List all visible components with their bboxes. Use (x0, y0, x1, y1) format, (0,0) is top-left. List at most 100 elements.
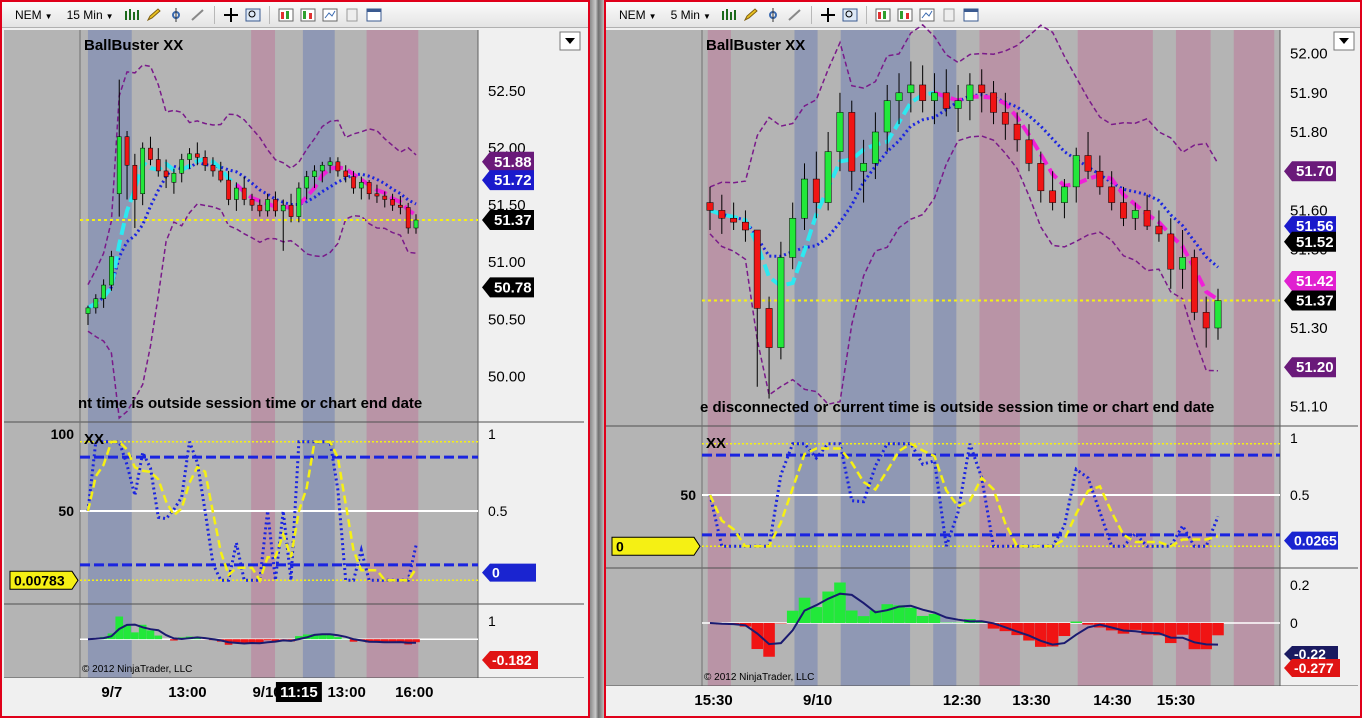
price-marker: 51.42 (1284, 270, 1336, 291)
histogram-bar-positive (146, 630, 155, 640)
oscillator-right-label: 0 (492, 565, 500, 581)
histogram-value-label: -0.182 (492, 652, 532, 668)
down-candle (366, 182, 372, 195)
price-marker: 51.37 (1284, 290, 1336, 311)
histogram-bar-positive (810, 607, 823, 623)
down-candle (202, 156, 208, 166)
up-candle (895, 92, 903, 101)
chart-area[interactable]: 52.0051.9051.8051.7051.6051.5051.4051.30… (604, 0, 1362, 718)
down-candle (1143, 210, 1151, 227)
down-candle (978, 84, 986, 94)
up-candle (1072, 155, 1080, 188)
histogram-tick-label: 0 (1290, 615, 1298, 631)
down-candle (226, 179, 231, 200)
up-candle (1214, 300, 1222, 329)
histogram-bar-negative (263, 639, 272, 641)
ninjatrader-workspace: NEM ▼ 15 Min ▼ 52.50 52.00 51.50 51.00 50.50 50… (0, 0, 1362, 718)
down-candle (374, 193, 380, 197)
chart-window-5min: NEM▼ 5 Min▼ 52.0051.9051.8051.7051.6051.… (604, 0, 1362, 718)
down-candle (343, 170, 349, 177)
up-candle (304, 176, 310, 189)
down-candle (257, 204, 263, 212)
histogram-bar-positive (916, 615, 929, 623)
down-candle (1013, 123, 1021, 141)
down-candle (942, 92, 950, 109)
down-candle (990, 92, 997, 113)
oscillator-left-tick: 50 (680, 487, 696, 503)
down-candle (706, 202, 714, 211)
price-marker-label: 50.78 (494, 279, 532, 296)
price-tick-label: 51.10 (1290, 398, 1328, 415)
price-marker-label: 51.42 (1296, 273, 1334, 290)
histogram-bar-negative (1082, 623, 1094, 625)
down-candle (288, 204, 294, 217)
histogram-tick-label: 0.2 (1290, 577, 1310, 593)
pink-time-zone (1077, 30, 1153, 686)
up-candle (319, 164, 325, 172)
price-marker: 50.78 (482, 277, 534, 298)
histogram-bar-negative (1176, 623, 1189, 635)
left-gutter (606, 30, 702, 686)
up-candle (1131, 210, 1139, 219)
pink-time-zone (1175, 30, 1211, 686)
down-candle (194, 153, 200, 158)
up-candle (801, 178, 808, 219)
price-marker: 51.37 (482, 210, 534, 231)
chart-area[interactable]: 52.5052.0051.5051.0050.5050.00BallBuster… (0, 0, 590, 718)
histogram-tick-label: 1 (488, 613, 496, 629)
up-candle (280, 204, 286, 212)
down-candle (1025, 139, 1033, 164)
down-candle (1037, 163, 1045, 192)
down-candle (1001, 112, 1009, 125)
histogram-bar-negative (1117, 623, 1130, 634)
pink-time-zone (1233, 30, 1275, 686)
up-candle (1060, 186, 1068, 203)
up-candle (93, 298, 99, 309)
price-tick-label: 52.00 (1290, 46, 1328, 63)
oscillator-right-label: 0.0265 (1294, 533, 1337, 549)
up-candle (116, 136, 122, 195)
oscillator-tick-label: 0.5 (488, 503, 508, 519)
up-candle (907, 84, 915, 94)
chart-window-15min: NEM ▼ 15 Min ▼ 52.50 52.00 51.50 51.00 50.50 50… (0, 0, 590, 718)
up-candle (836, 112, 844, 152)
histogram-value-label: -0.277 (1294, 660, 1334, 676)
oscillator-value-marker (611, 536, 701, 556)
time-tick-label: 12:30 (943, 692, 981, 709)
up-candle (171, 172, 177, 183)
price-tick-label: 51.00 (488, 254, 526, 271)
histogram-bar-positive (905, 607, 917, 623)
histogram-bar-negative (412, 639, 420, 643)
time-tick-label: 14:30 (1093, 692, 1131, 709)
down-candle (163, 170, 169, 177)
histogram-bar-negative (1164, 623, 1177, 644)
down-candle (1049, 190, 1057, 203)
price-marker: 51.20 (1284, 357, 1336, 378)
down-candle (210, 164, 216, 172)
price-tick-label: 50.00 (488, 368, 526, 385)
histogram-bar-negative (1035, 623, 1047, 647)
down-candle (1096, 170, 1104, 188)
price-tick-label: 52.50 (488, 83, 526, 100)
up-candle (187, 153, 192, 160)
down-candle (382, 195, 388, 200)
histogram-bar-positive (131, 632, 139, 640)
up-candle (179, 159, 185, 174)
down-candle (718, 210, 726, 219)
window-splitter[interactable] (590, 0, 604, 718)
down-candle (148, 147, 153, 160)
status-message: e disconnected or current time is outsid… (700, 399, 1214, 416)
down-candle (919, 84, 927, 101)
up-candle (358, 182, 364, 189)
histogram-bar-positive (786, 610, 799, 623)
down-candle (1108, 186, 1116, 203)
time-tick-label: 15:30 (694, 692, 732, 709)
histogram-bar-positive (1070, 621, 1083, 623)
time-tick-label: 15:30 (1157, 692, 1195, 709)
down-candle (405, 207, 411, 229)
down-candle (155, 159, 161, 172)
histogram-bar-positive (834, 582, 846, 623)
histogram-bar-negative (1058, 623, 1071, 637)
price-marker: 51.52 (1284, 231, 1336, 252)
up-candle (1179, 257, 1186, 270)
